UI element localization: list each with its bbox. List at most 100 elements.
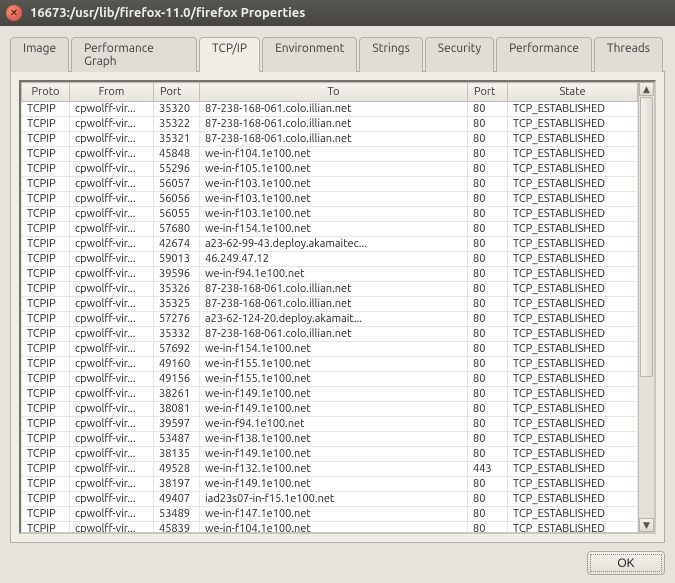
table-cell: cpwolff-vir...: [70, 282, 154, 297]
table-row[interactable]: TCPIPcpwolff-vir...39597we-in-f94.1e100.…: [22, 417, 638, 432]
table-row[interactable]: TCPIPcpwolff-vir...3532587-238-168-061.c…: [22, 297, 638, 312]
tab-environment[interactable]: Environment: [262, 37, 357, 72]
table-cell: 80: [468, 297, 508, 312]
table-row[interactable]: TCPIPcpwolff-vir...57276a23-62-124-20.de…: [22, 312, 638, 327]
close-icon[interactable]: ✕: [6, 5, 22, 21]
vertical-scrollbar[interactable]: ▲ ▼: [638, 82, 654, 532]
scroll-up-icon[interactable]: ▲: [639, 82, 654, 96]
table-cell: cpwolff-vir...: [70, 387, 154, 402]
table-row[interactable]: TCPIPcpwolff-vir...49156we-in-f155.1e100…: [22, 372, 638, 387]
table-cell: 38197: [154, 477, 200, 492]
table-cell: 80: [468, 327, 508, 342]
table-cell: 45848: [154, 147, 200, 162]
table-cell: 80: [468, 357, 508, 372]
table-row[interactable]: TCPIPcpwolff-vir...45848we-in-f104.1e100…: [22, 147, 638, 162]
table-cell: we-in-f155.1e100.net: [200, 357, 468, 372]
table-cell: we-in-f103.1e100.net: [200, 177, 468, 192]
window-body: ImagePerformance GraphTCP/IPEnvironmentS…: [0, 26, 675, 583]
table-cell: 80: [468, 132, 508, 147]
table-row[interactable]: TCPIPcpwolff-vir...3532687-238-168-061.c…: [22, 282, 638, 297]
column-header[interactable]: To: [200, 83, 468, 102]
column-header[interactable]: Port: [154, 83, 200, 102]
table-cell: 80: [468, 372, 508, 387]
table-row[interactable]: TCPIPcpwolff-vir...55296we-in-f105.1e100…: [22, 162, 638, 177]
table-cell: TCP_ESTABLISHED: [508, 267, 638, 282]
table-cell: TCP_ESTABLISHED: [508, 387, 638, 402]
table-row[interactable]: TCPIPcpwolff-vir...38135we-in-f149.1e100…: [22, 447, 638, 462]
table-row[interactable]: TCPIPcpwolff-vir...57692we-in-f154.1e100…: [22, 342, 638, 357]
table-cell: we-in-f94.1e100.net: [200, 417, 468, 432]
table-cell: cpwolff-vir...: [70, 327, 154, 342]
table-cell: TCPIP: [22, 117, 70, 132]
tab-strings[interactable]: Strings: [359, 37, 422, 72]
table-row[interactable]: TCPIPcpwolff-vir...49407iad23s07-in-f15.…: [22, 492, 638, 507]
table-cell: TCP_ESTABLISHED: [508, 192, 638, 207]
table-cell: cpwolff-vir...: [70, 402, 154, 417]
table-cell: 57680: [154, 222, 200, 237]
table-cell: cpwolff-vir...: [70, 207, 154, 222]
table-cell: 87-238-168-061.colo.illian.net: [200, 132, 468, 147]
table-cell: we-in-f154.1e100.net: [200, 222, 468, 237]
table-cell: cpwolff-vir...: [70, 432, 154, 447]
table-cell: TCPIP: [22, 507, 70, 522]
table-cell: TCPIP: [22, 477, 70, 492]
table-row[interactable]: TCPIPcpwolff-vir...42674a23-62-99-43.dep…: [22, 237, 638, 252]
table-row[interactable]: TCPIPcpwolff-vir...38081we-in-f149.1e100…: [22, 402, 638, 417]
table-cell: TCPIP: [22, 297, 70, 312]
table-cell: cpwolff-vir...: [70, 237, 154, 252]
column-header[interactable]: State: [508, 83, 638, 102]
table-row[interactable]: TCPIPcpwolff-vir...57680we-in-f154.1e100…: [22, 222, 638, 237]
table-cell: 80: [468, 222, 508, 237]
tab-performance-graph[interactable]: Performance Graph: [71, 37, 197, 72]
tab-image[interactable]: Image: [10, 37, 69, 72]
table-row[interactable]: TCPIPcpwolff-vir...3532087-238-168-061.c…: [22, 102, 638, 117]
column-header[interactable]: From: [70, 83, 154, 102]
table-row[interactable]: TCPIPcpwolff-vir...49528we-in-f132.1e100…: [22, 462, 638, 477]
table-cell: 49156: [154, 372, 200, 387]
table-cell: 42674: [154, 237, 200, 252]
table-cell: 49160: [154, 357, 200, 372]
tab-tcp-ip[interactable]: TCP/IP: [199, 37, 260, 72]
table-cell: TCP_ESTABLISHED: [508, 372, 638, 387]
table-cell: TCPIP: [22, 402, 70, 417]
connection-table-scroll[interactable]: ProtoFromPortToPortState TCPIPcpwolff-vi…: [21, 82, 638, 532]
table-cell: 80: [468, 522, 508, 533]
tab-threads[interactable]: Threads: [594, 37, 663, 72]
table-cell: TCPIP: [22, 312, 70, 327]
scroll-down-icon[interactable]: ▼: [639, 518, 654, 532]
ok-button[interactable]: OK: [587, 551, 665, 575]
table-row[interactable]: TCPIPcpwolff-vir...56056we-in-f103.1e100…: [22, 192, 638, 207]
table-cell: 38261: [154, 387, 200, 402]
table-cell: TCPIP: [22, 462, 70, 477]
column-header[interactable]: Port: [468, 83, 508, 102]
table-row[interactable]: TCPIPcpwolff-vir...53489we-in-f147.1e100…: [22, 507, 638, 522]
table-row[interactable]: TCPIPcpwolff-vir...49160we-in-f155.1e100…: [22, 357, 638, 372]
table-row[interactable]: TCPIPcpwolff-vir...38197we-in-f149.1e100…: [22, 477, 638, 492]
tab-security[interactable]: Security: [425, 37, 494, 72]
table-row[interactable]: TCPIPcpwolff-vir...53487we-in-f138.1e100…: [22, 432, 638, 447]
table-row[interactable]: TCPIPcpwolff-vir...39596we-in-f94.1e100.…: [22, 267, 638, 282]
table-row[interactable]: TCPIPcpwolff-vir...3533287-238-168-061.c…: [22, 327, 638, 342]
table-cell: 443: [468, 462, 508, 477]
table-cell: 56056: [154, 192, 200, 207]
table-row[interactable]: TCPIPcpwolff-vir...56057we-in-f103.1e100…: [22, 177, 638, 192]
table-cell: cpwolff-vir...: [70, 372, 154, 387]
table-cell: cpwolff-vir...: [70, 522, 154, 533]
table-cell: 80: [468, 162, 508, 177]
table-cell: 35322: [154, 117, 200, 132]
table-row[interactable]: TCPIPcpwolff-vir...56055we-in-f103.1e100…: [22, 207, 638, 222]
table-cell: cpwolff-vir...: [70, 492, 154, 507]
table-row[interactable]: TCPIPcpwolff-vir...5901346.249.47.1280TC…: [22, 252, 638, 267]
connection-table-frame: ProtoFromPortToPortState TCPIPcpwolff-vi…: [19, 80, 656, 534]
column-header[interactable]: Proto: [22, 83, 70, 102]
table-row[interactable]: TCPIPcpwolff-vir...38261we-in-f149.1e100…: [22, 387, 638, 402]
table-row[interactable]: TCPIPcpwolff-vir...45839we-in-f104.1e100…: [22, 522, 638, 533]
table-row[interactable]: TCPIPcpwolff-vir...3532287-238-168-061.c…: [22, 117, 638, 132]
table-row[interactable]: TCPIPcpwolff-vir...3532187-238-168-061.c…: [22, 132, 638, 147]
table-cell: 80: [468, 507, 508, 522]
table-cell: a23-62-124-20.deploy.akamait...: [200, 312, 468, 327]
table-cell: TCPIP: [22, 447, 70, 462]
scroll-thumb[interactable]: [640, 97, 653, 377]
table-cell: TCP_ESTABLISHED: [508, 222, 638, 237]
tab-performance[interactable]: Performance: [496, 37, 592, 72]
